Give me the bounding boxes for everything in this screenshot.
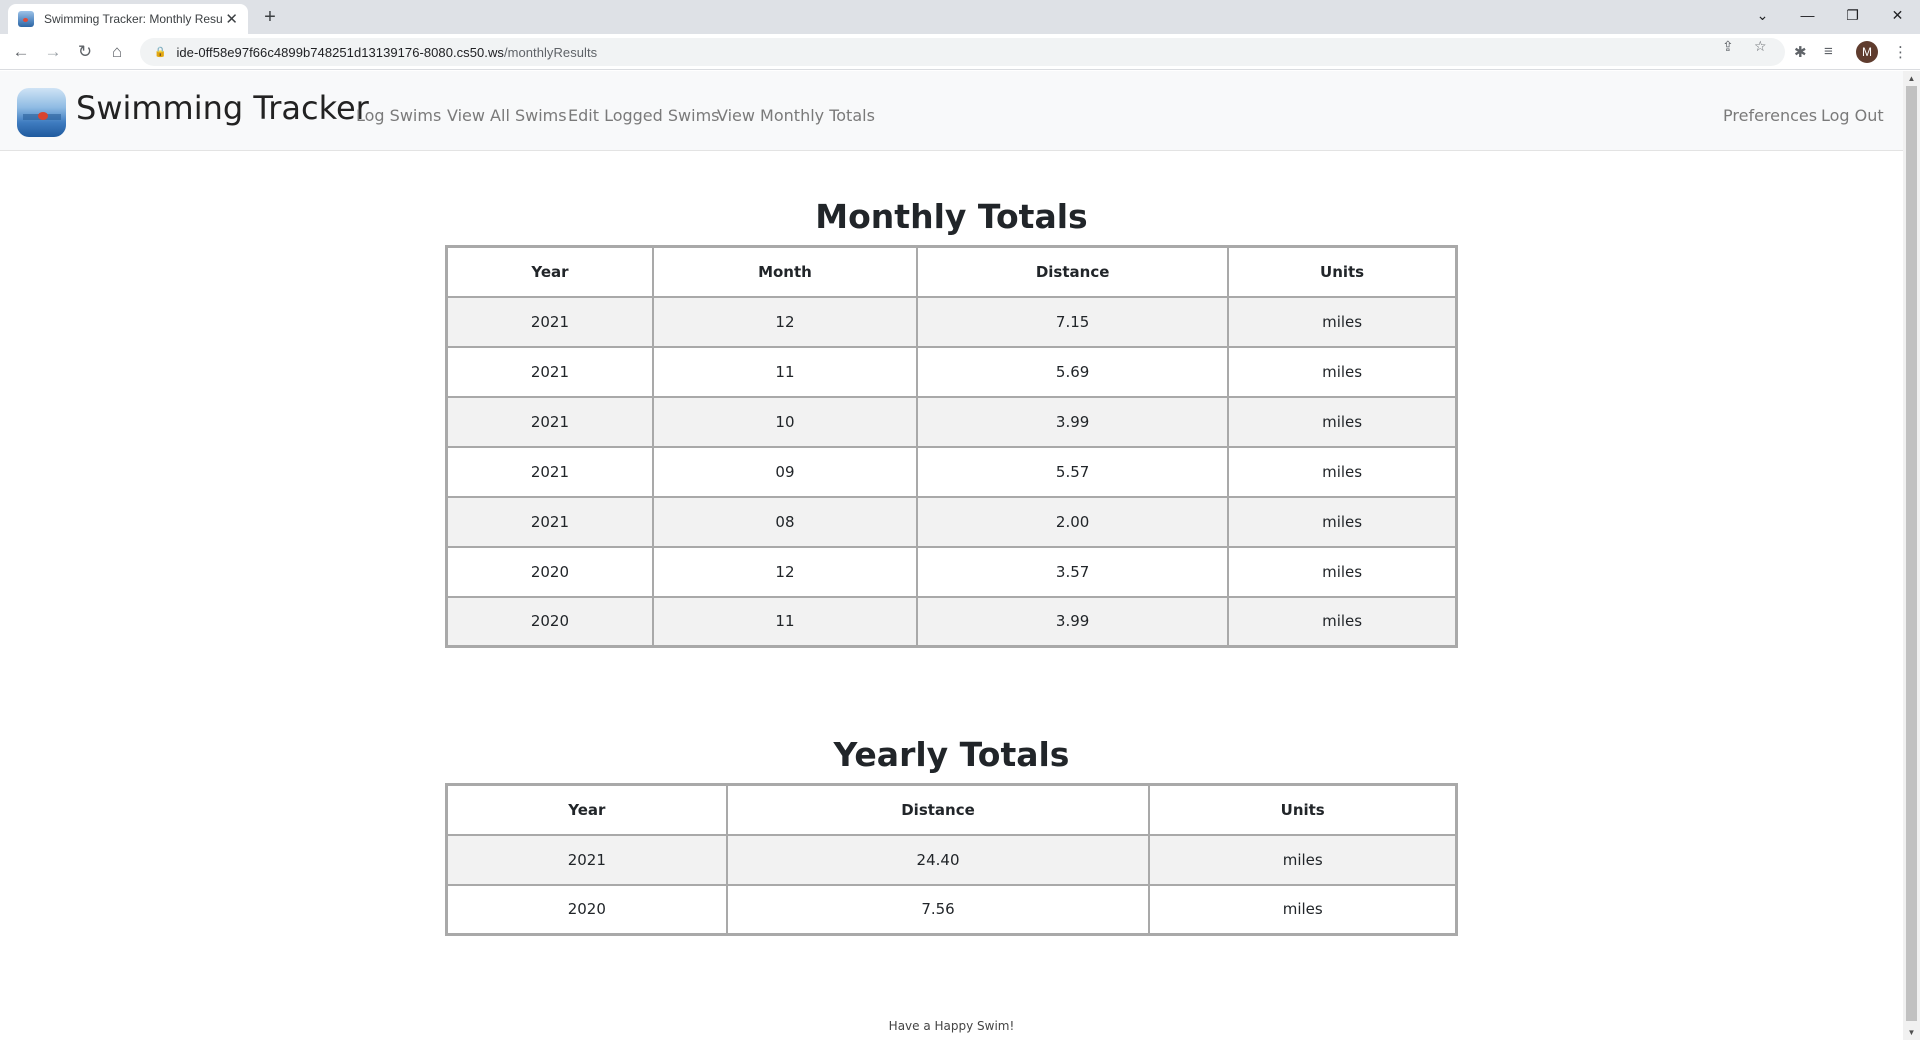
cell-distance: 3.57 bbox=[916, 545, 1230, 598]
scrollbar-thumb[interactable] bbox=[1906, 86, 1917, 1021]
header-distance: Distance bbox=[916, 245, 1230, 298]
cell-units: miles bbox=[1148, 833, 1458, 886]
back-icon[interactable]: ← bbox=[8, 40, 34, 64]
cell-year: 2021 bbox=[445, 495, 654, 548]
page-viewport: Swimming Tracker Log Swims View All Swim… bbox=[0, 71, 1903, 1040]
reading-list-icon[interactable]: ≡ bbox=[1824, 43, 1833, 60]
browser-menu-icon[interactable]: ⋮ bbox=[1893, 43, 1908, 61]
cell-units: miles bbox=[1227, 495, 1458, 548]
close-tab-icon[interactable]: ✕ bbox=[225, 12, 238, 27]
swimmer-favicon-icon bbox=[18, 11, 34, 27]
cell-month: 08 bbox=[651, 495, 919, 548]
url-text: ide-0ff58e97f66c4899b748251d13139176-808… bbox=[176, 45, 597, 60]
share-icon[interactable]: ⇪ bbox=[1722, 38, 1734, 55]
restore-icon[interactable]: ❐ bbox=[1830, 0, 1875, 30]
cell-year: 2021 bbox=[445, 295, 654, 348]
header-units: Units bbox=[1227, 245, 1458, 298]
forward-icon[interactable]: → bbox=[40, 40, 66, 64]
cell-distance: 24.40 bbox=[725, 833, 1151, 886]
cell-month: 11 bbox=[651, 595, 919, 648]
cell-month: 11 bbox=[651, 345, 919, 398]
cell-units: miles bbox=[1227, 445, 1458, 498]
cell-month: 12 bbox=[651, 295, 919, 348]
brand-title[interactable]: Swimming Tracker bbox=[76, 89, 369, 127]
table-row: 2021 12 7.15 miles bbox=[445, 295, 1458, 348]
new-tab-icon[interactable]: + bbox=[258, 6, 282, 30]
header-units: Units bbox=[1148, 783, 1458, 836]
header-distance: Distance bbox=[725, 783, 1151, 836]
profile-avatar[interactable]: M bbox=[1856, 41, 1878, 63]
monthly-totals-heading: Monthly Totals bbox=[815, 197, 1088, 236]
cell-year: 2021 bbox=[445, 445, 654, 498]
cell-year: 2021 bbox=[445, 345, 654, 398]
table-row: 2021 09 5.57 miles bbox=[445, 445, 1458, 498]
site-navbar: Swimming Tracker Log Swims View All Swim… bbox=[0, 71, 1903, 151]
nav-preferences[interactable]: Preferences bbox=[1723, 106, 1817, 125]
nav-log-swims[interactable]: Log Swims bbox=[356, 106, 441, 125]
url-host: ide-0ff58e97f66c4899b748251d13139176-808… bbox=[176, 44, 504, 60]
cell-distance: 2.00 bbox=[916, 495, 1230, 548]
yearly-totals-heading: Yearly Totals bbox=[833, 735, 1070, 774]
swimmer-logo-icon[interactable] bbox=[17, 88, 66, 137]
yearly-totals-table: Year Distance Units 2021 24.40 miles 202… bbox=[445, 783, 1458, 936]
scroll-up-icon[interactable]: ▲ bbox=[1903, 71, 1920, 86]
cell-distance: 7.15 bbox=[916, 295, 1230, 348]
tab-title: Swimming Tracker: Monthly Resu bbox=[44, 12, 222, 26]
nav-view-monthly-totals[interactable]: View Monthly Totals bbox=[717, 106, 875, 125]
table-row: 2021 11 5.69 miles bbox=[445, 345, 1458, 398]
monthly-totals-table: Year Month Distance Units 2021 12 7.15 m… bbox=[445, 245, 1458, 648]
extensions-icon[interactable]: ✱ bbox=[1794, 43, 1807, 61]
scroll-down-icon[interactable]: ▼ bbox=[1903, 1025, 1920, 1040]
cell-units: miles bbox=[1227, 595, 1458, 648]
yearly-header-row: Year Distance Units bbox=[445, 783, 1458, 836]
header-year: Year bbox=[445, 245, 654, 298]
browser-toolbar: ← → ↻ ⌂ 🔒 ide-0ff58e97f66c4899b748251d13… bbox=[0, 34, 1920, 70]
address-bar[interactable]: 🔒 ide-0ff58e97f66c4899b748251d13139176-8… bbox=[140, 38, 1785, 66]
cell-year: 2020 bbox=[445, 545, 654, 598]
cell-year: 2020 bbox=[445, 595, 654, 648]
url-path: /monthlyResults bbox=[503, 44, 598, 60]
nav-view-all-swims[interactable]: View All Swims bbox=[447, 106, 567, 125]
table-row: 2020 11 3.99 miles bbox=[445, 595, 1458, 648]
cell-distance: 7.56 bbox=[725, 883, 1151, 936]
tab-search-icon[interactable]: ⌄ bbox=[1740, 0, 1785, 30]
table-row: 2020 12 3.57 miles bbox=[445, 545, 1458, 598]
cell-year: 2020 bbox=[445, 883, 728, 936]
cell-distance: 5.57 bbox=[916, 445, 1230, 498]
reload-icon[interactable]: ↻ bbox=[72, 40, 98, 64]
table-row: 2020 7.56 miles bbox=[445, 883, 1458, 936]
cell-units: miles bbox=[1227, 345, 1458, 398]
cell-month: 09 bbox=[651, 445, 919, 498]
close-window-icon[interactable]: ✕ bbox=[1875, 0, 1920, 30]
cell-units: miles bbox=[1227, 295, 1458, 348]
table-row: 2021 10 3.99 miles bbox=[445, 395, 1458, 448]
table-row: 2021 08 2.00 miles bbox=[445, 495, 1458, 548]
browser-tab[interactable]: Swimming Tracker: Monthly Resu ✕ bbox=[8, 4, 248, 34]
cell-year: 2021 bbox=[445, 833, 728, 886]
cell-units: miles bbox=[1227, 395, 1458, 448]
nav-log-out[interactable]: Log Out bbox=[1821, 106, 1884, 125]
home-icon[interactable]: ⌂ bbox=[104, 40, 130, 64]
table-row: 2021 24.40 miles bbox=[445, 833, 1458, 886]
bookmark-star-icon[interactable]: ☆ bbox=[1754, 38, 1767, 55]
cell-month: 10 bbox=[651, 395, 919, 448]
cell-year: 2021 bbox=[445, 395, 654, 448]
window-controls: ⌄ — ❐ ✕ bbox=[1740, 0, 1920, 30]
cell-distance: 3.99 bbox=[916, 595, 1230, 648]
cell-units: miles bbox=[1148, 883, 1458, 936]
monthly-header-row: Year Month Distance Units bbox=[445, 245, 1458, 298]
cell-distance: 3.99 bbox=[916, 395, 1230, 448]
header-month: Month bbox=[651, 245, 919, 298]
cell-units: miles bbox=[1227, 545, 1458, 598]
nav-edit-logged-swims[interactable]: Edit Logged Swims bbox=[568, 106, 720, 125]
cell-distance: 5.69 bbox=[916, 345, 1230, 398]
page-scrollbar[interactable]: ▲ ▼ bbox=[1903, 71, 1920, 1040]
browser-tab-strip: Swimming Tracker: Monthly Resu ✕ + ⌄ — ❐… bbox=[0, 0, 1920, 34]
minimize-icon[interactable]: — bbox=[1785, 0, 1830, 30]
header-year: Year bbox=[445, 783, 728, 836]
footer-text: Have a Happy Swim! bbox=[888, 1019, 1015, 1033]
lock-icon: 🔒 bbox=[154, 46, 167, 58]
cell-month: 12 bbox=[651, 545, 919, 598]
